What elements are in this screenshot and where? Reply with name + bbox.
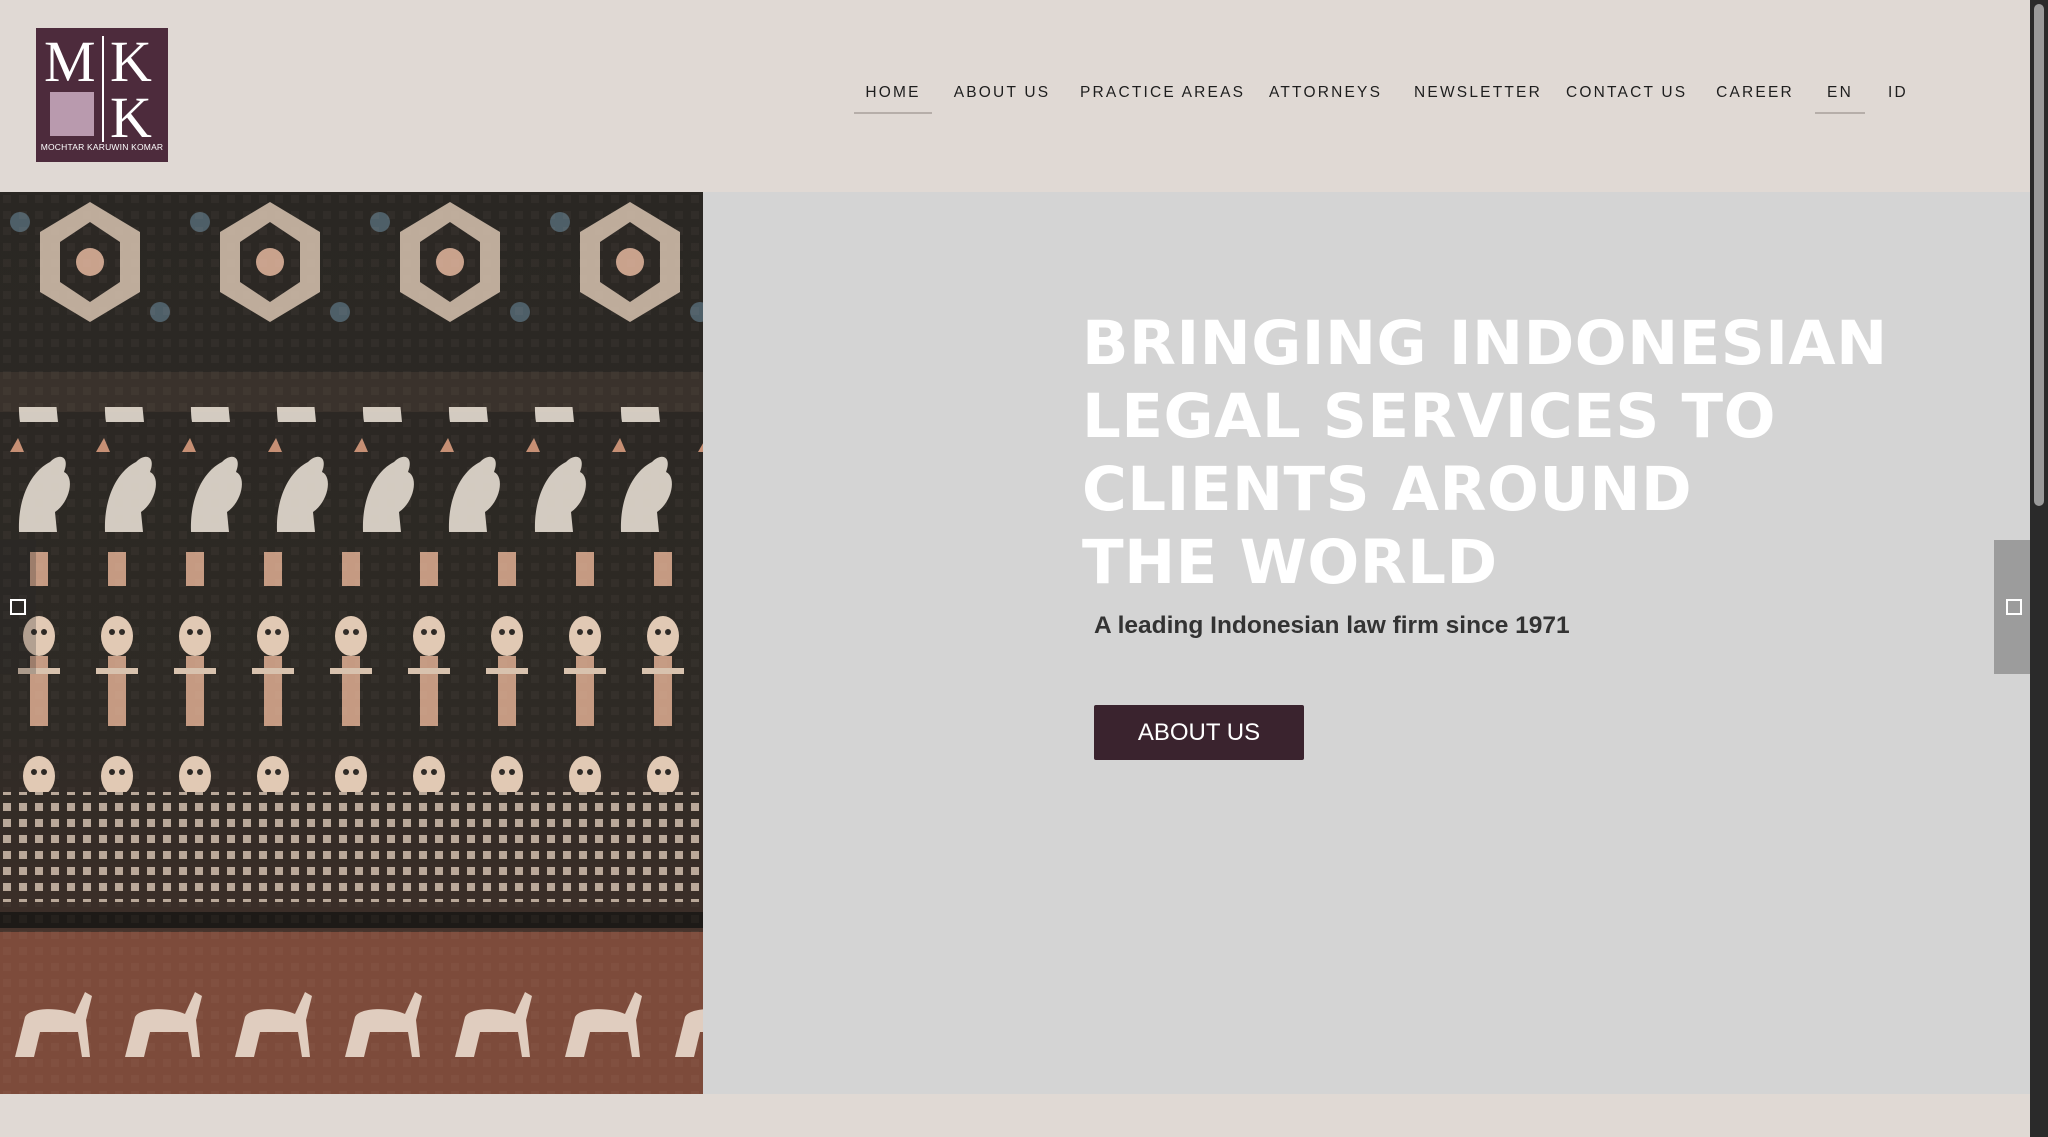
logo-square	[50, 92, 94, 136]
ikat-textile-image	[0, 192, 703, 1094]
scrollbar-thumb[interactable]	[2034, 4, 2044, 506]
nav-attorneys[interactable]: ATTORNEYS	[1269, 80, 1381, 112]
hero-headline: BRINGING INDONESIAN LEGAL SERVICES TO CL…	[1082, 307, 1902, 599]
headline-line-1: BRINGING INDONESIAN	[1082, 308, 1888, 379]
hero-subline: A leading Indonesian law firm since 1971	[1094, 612, 1570, 639]
headline-line-2: LEGAL SERVICES TO	[1082, 381, 1776, 452]
site-header: M K K MOCHTAR KARUWIN KOMAR HOME ABOUT U…	[0, 0, 2030, 192]
headline-line-4: THE WORLD	[1082, 527, 1498, 598]
nav-lang-en[interactable]: EN	[1815, 80, 1865, 114]
nav-lang-id[interactable]: ID	[1882, 80, 1914, 112]
firm-logo[interactable]: M K K MOCHTAR KARUWIN KOMAR	[36, 28, 168, 162]
logo-letter-k-bottom: K	[110, 85, 152, 150]
prev-square-icon	[10, 599, 26, 615]
nav-home[interactable]: HOME	[854, 80, 932, 114]
next-square-icon	[2006, 599, 2022, 615]
nav-practice-areas[interactable]: PRACTICE AREAS	[1080, 80, 1243, 112]
slider-next-button[interactable]	[1994, 540, 2030, 674]
about-us-button[interactable]: ABOUT US	[1094, 705, 1304, 760]
logo-letter-k-top: K	[110, 29, 152, 94]
logo-caption: MOCHTAR KARUWIN KOMAR	[40, 142, 164, 152]
nav-contact-us[interactable]: CONTACT US	[1566, 80, 1686, 112]
slider-prev-button[interactable]	[0, 540, 36, 674]
page-scrollbar[interactable]	[2030, 0, 2048, 1137]
headline-line-3: CLIENTS AROUND	[1082, 454, 1693, 525]
hero-slider: BRINGING INDONESIAN LEGAL SERVICES TO CL…	[0, 192, 2030, 1094]
nav-about-us[interactable]: ABOUT US	[951, 80, 1053, 112]
nav-newsletter[interactable]: NEWSLETTER	[1411, 80, 1545, 112]
logo-divider	[102, 36, 104, 142]
nav-career[interactable]: CAREER	[1714, 80, 1796, 112]
logo-letter-m: M	[44, 29, 96, 94]
